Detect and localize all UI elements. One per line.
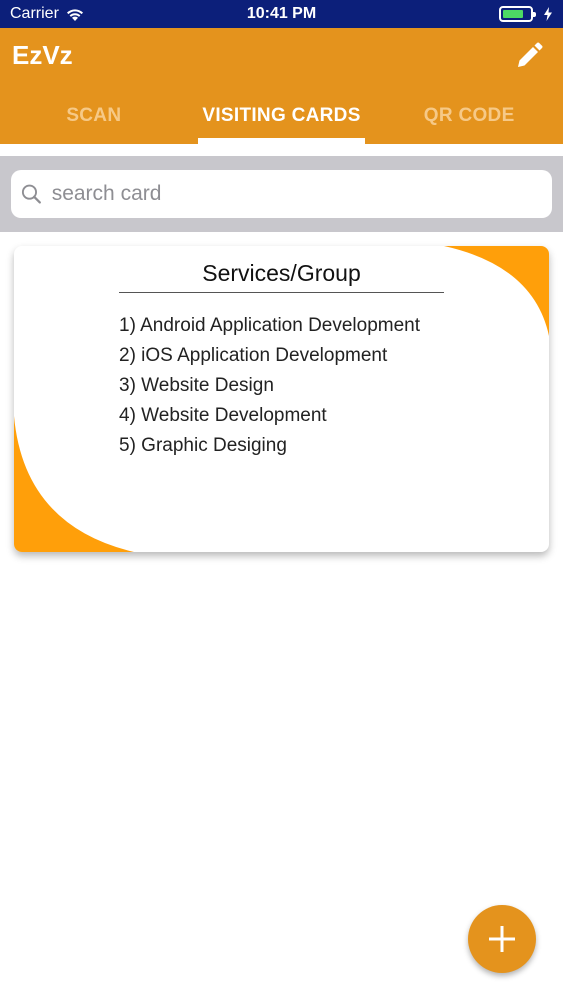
- pencil-icon: [518, 42, 543, 67]
- status-right: [499, 6, 553, 22]
- tab-visiting-cards[interactable]: VISITING CARDS: [188, 88, 376, 144]
- list-item: 4) Website Development: [119, 405, 327, 426]
- carrier-label: Carrier: [10, 5, 59, 22]
- card-content: Services/Group 1) Android Application De…: [14, 246, 549, 552]
- services-list: 1) Android Application Development 2) iO…: [119, 314, 420, 464]
- app-title: EzVz: [12, 40, 73, 70]
- edit-button[interactable]: [513, 40, 545, 72]
- app-bar: EzVz SCAN VISITING CARDS QR CODE: [0, 28, 563, 144]
- status-left: Carrier: [10, 5, 85, 23]
- search-icon: [21, 184, 41, 204]
- battery-icon: [499, 6, 536, 22]
- list-item: 1) Android Application Development: [119, 315, 421, 336]
- search-bar: [0, 156, 563, 232]
- battery-level: [503, 10, 523, 18]
- tab-qr-code[interactable]: QR CODE: [375, 88, 563, 144]
- list-item: 3) Website Design: [119, 375, 274, 396]
- visiting-card[interactable]: Services/Group 1) Android Application De…: [14, 246, 549, 552]
- tab-bar: SCAN VISITING CARDS QR CODE: [0, 88, 563, 144]
- list-item: 5) Graphic Desiging: [119, 435, 287, 456]
- status-bar: Carrier 10:41 PM: [0, 0, 563, 28]
- wifi-icon: [66, 8, 83, 21]
- charging-icon: [544, 7, 552, 21]
- card-divider: [119, 292, 444, 293]
- list-item: 2) iOS Application Development: [119, 345, 388, 366]
- plus-icon: [489, 926, 515, 952]
- search-input[interactable]: [51, 182, 542, 206]
- add-card-button[interactable]: [468, 905, 536, 973]
- card-title: Services/Group: [202, 260, 361, 286]
- search-box[interactable]: [11, 170, 552, 218]
- tab-scan[interactable]: SCAN: [0, 88, 188, 144]
